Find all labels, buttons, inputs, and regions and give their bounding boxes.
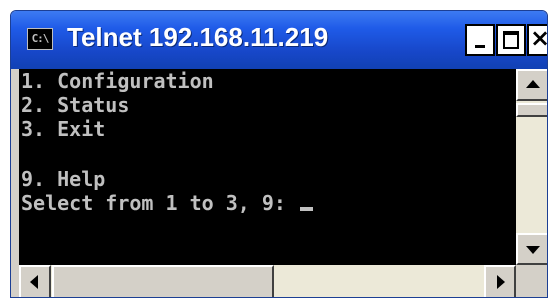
scroll-up-button[interactable]	[516, 69, 547, 101]
menu-line-status: 2. Status	[21, 93, 130, 117]
menu-line-help: 9. Help	[21, 167, 106, 191]
scroll-right-button[interactable]	[484, 265, 516, 297]
prompt-line[interactable]: Select from 1 to 3, 9:	[21, 191, 313, 215]
maximize-button[interactable]	[496, 24, 526, 56]
horizontal-scroll-thumb[interactable]	[52, 265, 274, 297]
scroll-left-button[interactable]	[19, 265, 51, 297]
triangle-up-icon	[525, 80, 540, 88]
close-icon: ×	[529, 24, 547, 52]
minimize-button[interactable]	[465, 24, 495, 56]
triangle-down-icon	[525, 246, 540, 254]
vertical-scroll-thumb[interactable]	[516, 103, 547, 117]
menu-line-exit: 3. Exit	[21, 117, 106, 141]
minimize-icon	[475, 45, 485, 48]
prompt-text: Select from 1 to 3, 9:	[21, 191, 298, 215]
title-bar[interactable]: C:\ Telnet 192.168.11.219 ×	[11, 11, 547, 69]
window-title: Telnet 192.168.11.219	[67, 22, 329, 52]
menu-line-configuration: 1. Configuration	[21, 69, 214, 93]
console-output[interactable]: 1. Configuration 2. Status 3. Exit 9. He…	[19, 69, 516, 265]
size-grip[interactable]	[516, 265, 547, 297]
telnet-window: C:\ Telnet 192.168.11.219 × 1. Configura…	[10, 10, 548, 298]
maximize-icon	[503, 31, 519, 49]
text-cursor	[299, 207, 313, 211]
vertical-scrollbar[interactable]	[516, 69, 547, 265]
command-prompt-icon[interactable]: C:\	[27, 28, 53, 50]
triangle-left-icon	[30, 275, 38, 289]
horizontal-scrollbar[interactable]	[19, 265, 516, 297]
triangle-right-icon	[497, 275, 505, 289]
scroll-down-button[interactable]	[516, 233, 547, 265]
close-button[interactable]: ×	[527, 24, 547, 56]
